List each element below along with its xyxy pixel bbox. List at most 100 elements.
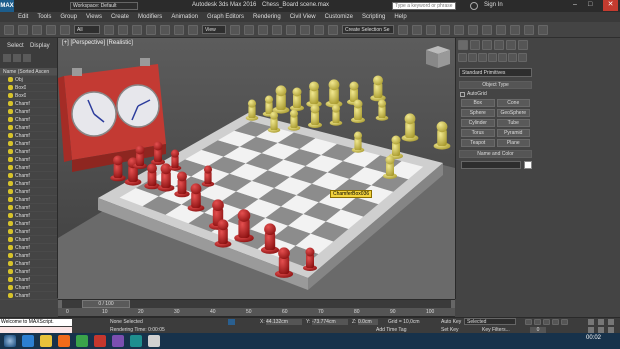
torus-button[interactable]: Torus	[461, 129, 495, 137]
snaps-toggle-icon[interactable]	[272, 24, 282, 35]
list-item[interactable]: Chamf	[0, 140, 57, 148]
object-type-rollout[interactable]: Object Type	[459, 81, 532, 89]
chrome-icon[interactable]	[76, 335, 88, 347]
internet-explorer-icon[interactable]	[22, 335, 34, 347]
list-item[interactable]: Chamf	[0, 284, 57, 292]
pivot-center-icon[interactable]	[230, 24, 240, 35]
visibility-icon[interactable]	[8, 221, 13, 226]
list-item[interactable]: Chamf	[0, 172, 57, 180]
layer-explorer-icon[interactable]	[426, 24, 436, 35]
list-item[interactable]: Chamf	[0, 132, 57, 140]
reference-coordinate-dropdown[interactable]: View	[202, 25, 226, 34]
time-slider[interactable]: 0 / 100	[58, 299, 455, 308]
tube-button[interactable]: Tube	[496, 119, 530, 127]
list-item[interactable]: Chamf	[0, 212, 57, 220]
list-item[interactable]: Chamf	[0, 260, 57, 268]
select-move-icon[interactable]	[160, 24, 170, 35]
visibility-icon[interactable]	[8, 293, 13, 298]
create-tab-icon[interactable]	[458, 40, 468, 50]
schematic-view-icon[interactable]	[468, 24, 478, 35]
app-logo[interactable]: MAX	[0, 0, 14, 12]
lock-selection-icon[interactable]	[228, 319, 235, 325]
visibility-icon[interactable]	[8, 253, 13, 258]
key-selection-dropdown[interactable]: Selected	[464, 318, 516, 325]
plane-button[interactable]: Plane	[496, 139, 530, 147]
autogrid-checkbox[interactable]	[460, 91, 465, 97]
time-slider-thumb[interactable]: 0 / 100	[82, 300, 130, 308]
visibility-icon[interactable]	[8, 173, 13, 178]
go-to-start-icon[interactable]	[525, 319, 532, 325]
list-item[interactable]: Chamf	[0, 228, 57, 236]
list-item[interactable]: Chamf	[0, 252, 57, 260]
cameras-icon[interactable]	[488, 53, 497, 62]
select-by-name-icon[interactable]	[118, 24, 128, 35]
zoom-icon[interactable]	[588, 319, 594, 325]
auto-key-button[interactable]: Auto Key	[441, 319, 461, 325]
bind-space-warp-icon[interactable]	[60, 24, 70, 35]
next-frame-icon[interactable]	[552, 319, 559, 325]
y-coord-field[interactable]: -73.774cm	[312, 319, 348, 325]
time-slider-next-icon[interactable]	[451, 300, 455, 308]
align-icon[interactable]	[412, 24, 422, 35]
visibility-icon[interactable]	[8, 205, 13, 210]
visibility-icon[interactable]	[8, 197, 13, 202]
menu-views[interactable]: Views	[86, 14, 102, 20]
viewcube-icon[interactable]	[426, 46, 450, 68]
window-crossing-icon[interactable]	[146, 24, 156, 35]
percent-snap-icon[interactable]	[300, 24, 310, 35]
perspective-viewport[interactable]: [+] [Perspective] [Realistic] ChamferBox…	[58, 38, 455, 299]
unlink-icon[interactable]	[46, 24, 56, 35]
tab-display[interactable]: Display	[30, 43, 50, 49]
visibility-icon[interactable]	[8, 85, 13, 90]
visibility-icon[interactable]	[8, 245, 13, 250]
column-header[interactable]: Name (Sorted Ascen	[0, 68, 57, 76]
minimize-icon[interactable]: –	[573, 1, 577, 8]
visibility-icon[interactable]	[8, 277, 13, 282]
rendered-frame-window-icon[interactable]	[510, 24, 520, 35]
visibility-icon[interactable]	[8, 269, 13, 274]
helpers-icon[interactable]	[498, 53, 507, 62]
shapes-icon[interactable]	[468, 53, 477, 62]
spinner-snap-icon[interactable]	[314, 24, 324, 35]
motion-tab-icon[interactable]	[494, 40, 504, 50]
z-coord-field[interactable]: 0.0cm	[358, 319, 378, 325]
link-icon[interactable]	[32, 24, 42, 35]
previous-frame-icon[interactable]	[534, 319, 541, 325]
zoom-all-icon[interactable]	[598, 319, 604, 325]
primitive-category-dropdown[interactable]: Standard Primitives	[459, 68, 532, 77]
search-input[interactable]: Type a keyword or phrase	[392, 2, 456, 10]
go-to-end-icon[interactable]	[561, 319, 568, 325]
menu-help[interactable]: Help	[394, 14, 406, 20]
angle-snap-icon[interactable]	[286, 24, 296, 35]
list-item[interactable]: Chamf	[0, 188, 57, 196]
time-slider-prev-icon[interactable]	[58, 300, 62, 308]
systems-icon[interactable]	[518, 53, 527, 62]
menu-group[interactable]: Group	[60, 14, 77, 20]
list-item[interactable]: Chamf	[0, 148, 57, 156]
space-warps-icon[interactable]	[508, 53, 517, 62]
menu-civil-view[interactable]: Civil View	[290, 14, 316, 20]
object-color-swatch[interactable]	[524, 161, 532, 169]
render-production-icon[interactable]	[524, 24, 534, 35]
filter-icon[interactable]	[3, 54, 11, 62]
visibility-icon[interactable]	[8, 261, 13, 266]
list-item[interactable]: Chamf	[0, 244, 57, 252]
undo-icon[interactable]	[4, 24, 14, 35]
file-explorer-icon[interactable]	[40, 335, 52, 347]
list-item[interactable]: Chamf	[0, 100, 57, 108]
utilities-tab-icon[interactable]	[518, 40, 528, 50]
visibility-icon[interactable]	[8, 77, 13, 82]
curve-editor-icon[interactable]	[454, 24, 464, 35]
pyramid-button[interactable]: Pyramid	[496, 129, 530, 137]
display-geometry-icon[interactable]	[13, 54, 21, 62]
modify-tab-icon[interactable]	[470, 40, 480, 50]
maxscript-listener[interactable]: Welcome to MAXScript.	[0, 319, 72, 326]
search-icon[interactable]	[470, 2, 478, 10]
visibility-icon[interactable]	[8, 93, 13, 98]
menu-scripting[interactable]: Scripting	[362, 14, 385, 20]
visibility-icon[interactable]	[8, 109, 13, 114]
menu-edit[interactable]: Edit	[18, 14, 28, 20]
list-item[interactable]: Chamf	[0, 220, 57, 228]
visibility-icon[interactable]	[8, 285, 13, 290]
select-manipulate-icon[interactable]	[244, 24, 254, 35]
